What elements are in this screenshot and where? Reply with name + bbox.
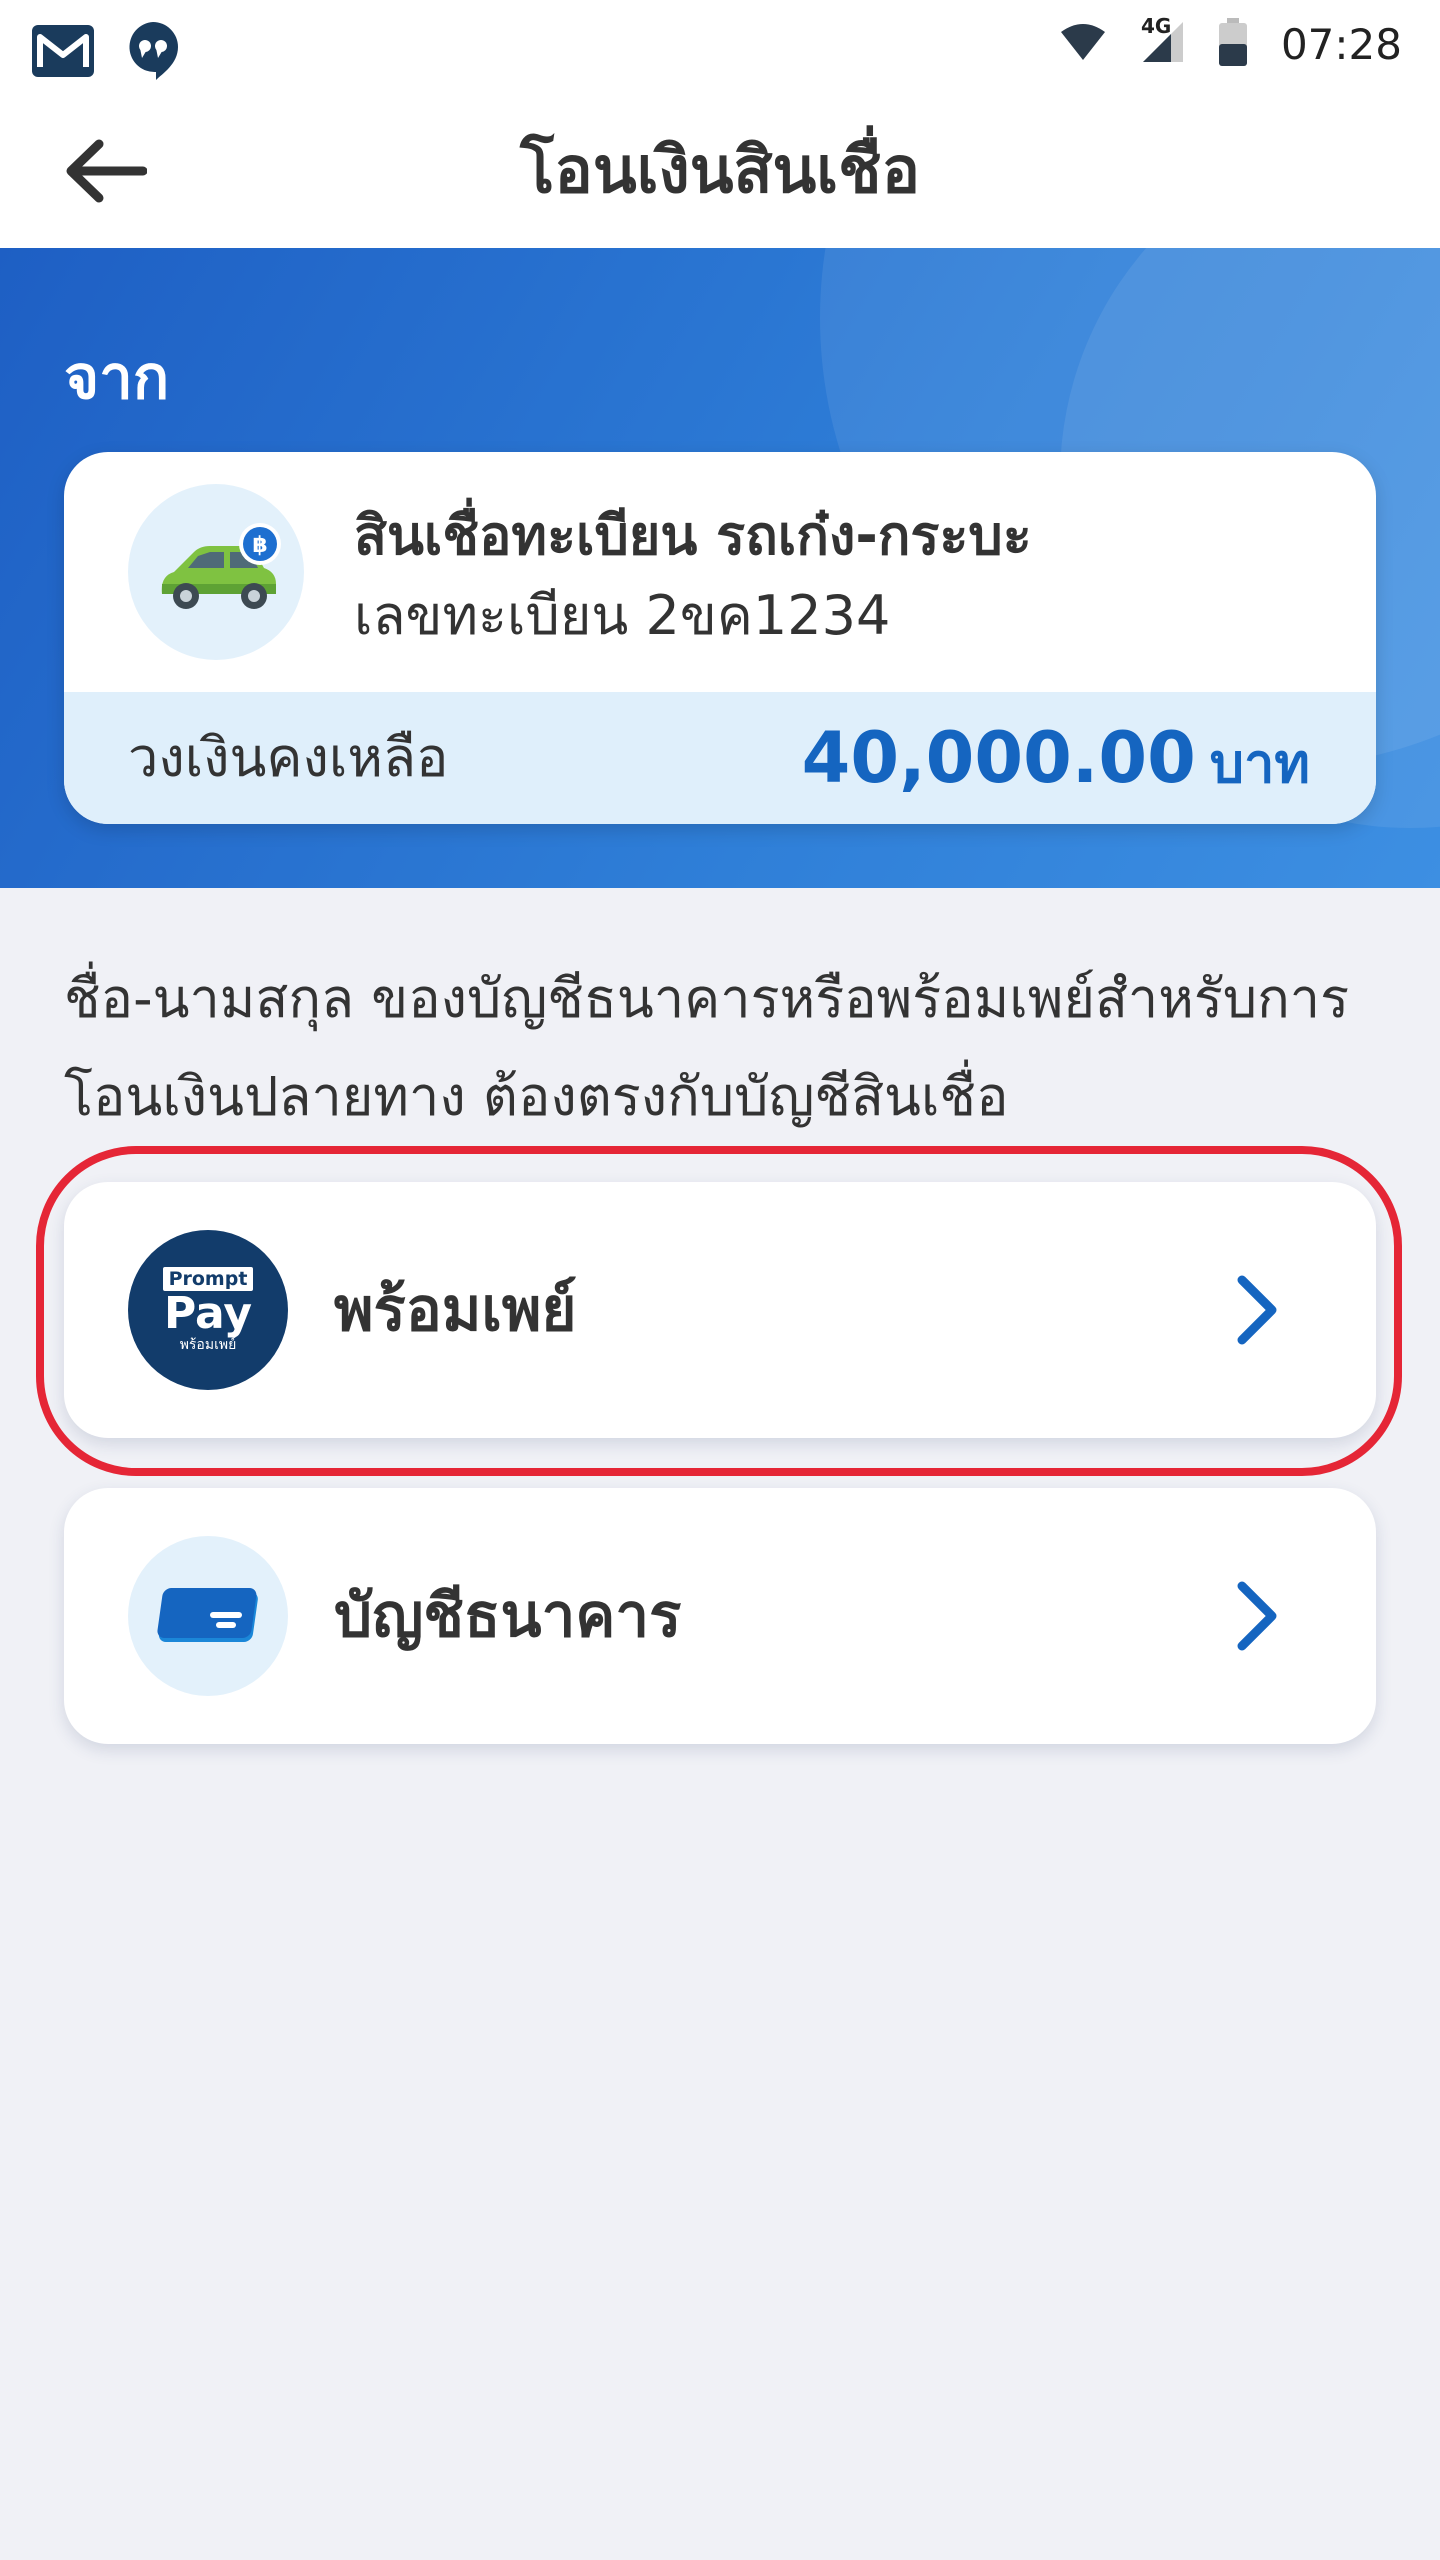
- back-button[interactable]: [50, 118, 160, 228]
- back-arrow-icon: [63, 136, 148, 210]
- balance-label: วงเงินคงเหลือ: [128, 726, 449, 789]
- source-loan-card: ฿ สินเชื่อทะเบียน รถเก๋ง-กระบะ เลขทะเบีย…: [64, 452, 1376, 824]
- battery-icon: [1218, 18, 1247, 70]
- wifi-icon: [1059, 22, 1107, 66]
- from-label: จาก: [64, 343, 170, 413]
- hangouts-icon: [126, 20, 180, 86]
- status-bar: 4G 07:28: [0, 0, 1440, 96]
- account-match-note: ชื่อ-นามสกุล ของบัญชีธนาคารหรือพร้อมเพย์…: [64, 967, 1350, 1128]
- svg-text:฿: ฿: [252, 533, 267, 558]
- car-baht-icon: ฿: [128, 484, 304, 660]
- page-title: โอนเงินสินเชื่อ: [520, 134, 920, 208]
- promptpay-option[interactable]: Prompt Pay พร้อมเพย์ พร้อมเพย์: [64, 1182, 1376, 1438]
- network-type-label: 4G: [1140, 14, 1172, 38]
- from-section: จาก ฿ สินเชื่อทะเบียน รถเก๋ง-กระบะ เลขทะ…: [0, 248, 1440, 888]
- chevron-right-icon: [1237, 1275, 1277, 1345]
- balance-row: วงเงินคงเหลือ 40,000.00 บาท: [64, 692, 1376, 824]
- bank-account-option[interactable]: บัญชีธนาคาร: [64, 1488, 1376, 1744]
- balance-unit: บาท: [1209, 732, 1310, 795]
- promptpay-icon: Prompt Pay พร้อมเพย์: [128, 1230, 288, 1390]
- app-bar: โอนเงินสินเชื่อ: [0, 96, 1440, 248]
- signal-icon: 4G: [1141, 14, 1185, 68]
- bank-account-label: บัญชีธนาคาร: [334, 1581, 682, 1651]
- promptpay-logo-sub: พร้อมเพย์: [179, 1337, 237, 1353]
- gmail-icon: [30, 23, 96, 83]
- loan-plate-number: เลขทะเบียน 2ขค1234: [354, 584, 891, 647]
- status-time: 07:28: [1280, 19, 1402, 69]
- balance-amount: 40,000.00: [801, 717, 1196, 799]
- loan-name: สินเชื่อทะเบียน รถเก๋ง-กระบะ: [354, 504, 1032, 567]
- promptpay-label: พร้อมเพย์: [334, 1275, 577, 1345]
- bank-card-icon: [128, 1536, 288, 1696]
- chevron-right-icon: [1237, 1581, 1277, 1651]
- promptpay-logo-main: Pay: [163, 1288, 253, 1339]
- balance-value: 40,000.00 บาท: [802, 692, 1310, 824]
